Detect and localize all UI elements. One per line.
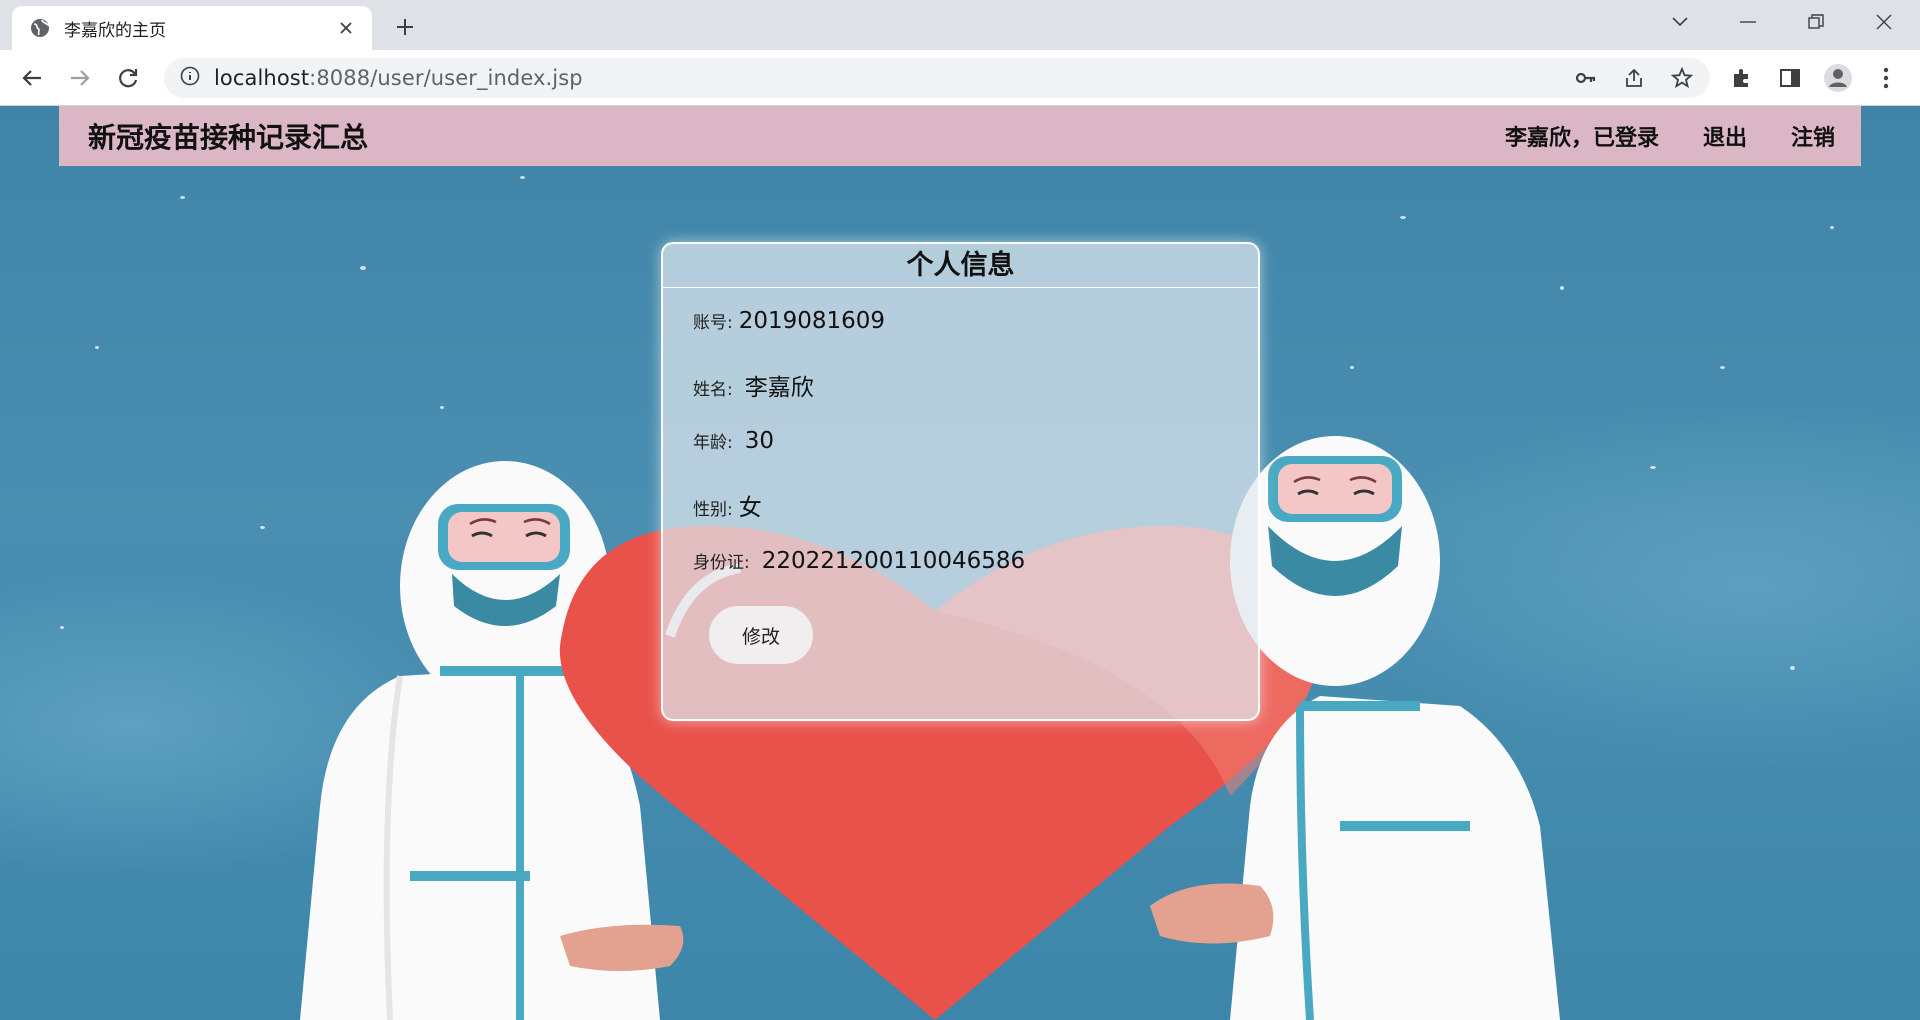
- field-value: 李嘉欣: [744, 375, 814, 401]
- field-label: 性别:: [693, 500, 733, 520]
- gender-field: 性别: 女: [693, 488, 762, 522]
- personal-info-card: 个人信息 账号: 2019081609 姓名: 李嘉欣 年龄: 30 性别: 女…: [661, 242, 1260, 721]
- url-path: :8088/user/user_index.jsp: [309, 66, 583, 90]
- id-card-field: 身份证: 220221200110046586: [693, 548, 1025, 574]
- browser-tab[interactable]: 李嘉欣的主页: [12, 6, 372, 50]
- logout-link[interactable]: 退出: [1703, 120, 1747, 152]
- name-field: 姓名: 李嘉欣: [693, 368, 814, 402]
- login-status: 李嘉欣，已登录: [1504, 126, 1659, 151]
- restore-icon[interactable]: [1786, 0, 1846, 44]
- tab-search-icon[interactable]: [1650, 0, 1710, 44]
- globe-icon: [30, 18, 50, 38]
- url-host: localhost: [214, 66, 310, 90]
- tab-strip: 李嘉欣的主页: [0, 0, 1920, 50]
- modify-button[interactable]: 修改: [709, 606, 813, 664]
- site-navbar: 新冠疫苗接种记录汇总 李嘉欣，已登录 退出 注销: [59, 106, 1861, 166]
- field-label: 年龄:: [693, 433, 733, 453]
- browser-toolbar: localhost:8088/user/user_index.jsp: [0, 50, 1920, 106]
- field-value: 2019081609: [738, 308, 886, 334]
- url-text[interactable]: localhost:8088/user/user_index.jsp: [214, 66, 583, 90]
- field-label: 账号:: [693, 313, 733, 333]
- tab-title: 李嘉欣的主页: [64, 20, 166, 41]
- close-window-icon[interactable]: [1854, 0, 1914, 44]
- address-bar[interactable]: localhost:8088/user/user_index.jsp: [164, 58, 1710, 98]
- nav-links: 李嘉欣，已登录 退出 注销: [1505, 120, 1835, 152]
- close-tab-icon[interactable]: [332, 14, 360, 42]
- field-label: 身份证:: [693, 553, 750, 573]
- field-value: 女: [738, 495, 762, 521]
- menu-kebab-icon[interactable]: [1868, 60, 1904, 96]
- deregister-link[interactable]: 注销: [1791, 120, 1835, 152]
- share-icon[interactable]: [1616, 60, 1652, 96]
- account-field: 账号: 2019081609: [693, 308, 885, 334]
- age-field: 年龄: 30: [693, 428, 774, 454]
- bookmark-star-icon[interactable]: [1664, 60, 1700, 96]
- site-info-icon[interactable]: [180, 66, 200, 90]
- field-label: 姓名:: [693, 380, 733, 400]
- back-arrow-icon[interactable]: [14, 60, 50, 96]
- password-key-icon[interactable]: [1568, 60, 1604, 96]
- profile-avatar-icon[interactable]: [1820, 60, 1856, 96]
- site-title: 新冠疫苗接种记录汇总: [88, 121, 369, 154]
- minimize-icon[interactable]: [1718, 0, 1778, 44]
- reload-icon[interactable]: [110, 60, 146, 96]
- page-viewport: 新冠疫苗接种记录汇总 李嘉欣，已登录 退出 注销 个人信息 账号: 201908…: [0, 106, 1920, 1020]
- field-value: 220221200110046586: [761, 548, 1026, 574]
- card-title: 个人信息: [663, 244, 1258, 288]
- field-value: 30: [744, 428, 775, 454]
- forward-arrow-icon[interactable]: [62, 60, 98, 96]
- side-panel-icon[interactable]: [1772, 60, 1808, 96]
- extensions-puzzle-icon[interactable]: [1724, 60, 1760, 96]
- new-tab-icon[interactable]: [388, 10, 422, 44]
